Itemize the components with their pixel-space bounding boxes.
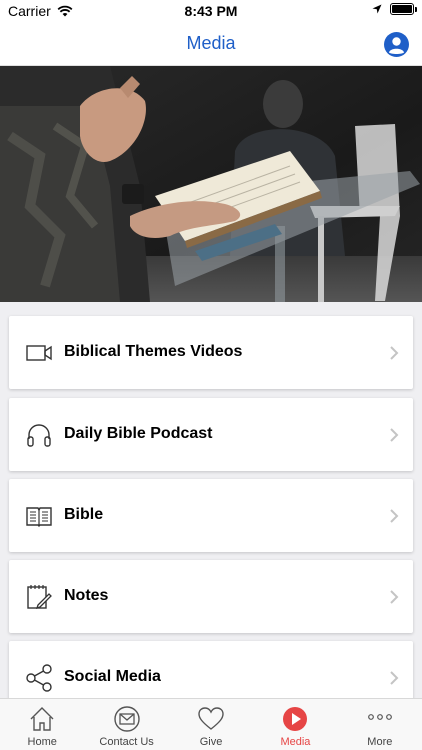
menu-item-label: Notes xyxy=(64,587,109,604)
video-camera-icon xyxy=(26,345,52,361)
navigation-bar: Media xyxy=(0,22,422,66)
chevron-right-icon xyxy=(390,428,399,442)
play-icon xyxy=(283,707,308,731)
tab-media[interactable]: Media xyxy=(253,699,337,750)
chevron-right-icon xyxy=(390,671,399,685)
tab-label: Home xyxy=(27,736,57,748)
status-time: 8:43 PM xyxy=(184,3,238,19)
tab-more[interactable]: More xyxy=(338,699,422,750)
notepad-pencil-icon xyxy=(27,585,52,610)
battery-icon xyxy=(390,3,417,15)
menu-item-label: Biblical Themes Videos xyxy=(64,343,243,360)
menu-item-notes[interactable]: Notes xyxy=(9,560,413,633)
tab-label: Contact Us xyxy=(99,736,154,748)
tab-home[interactable]: Home xyxy=(0,699,84,750)
chevron-right-icon xyxy=(390,590,399,604)
tab-label: Give xyxy=(199,736,223,748)
hero-image xyxy=(0,66,422,302)
heart-icon xyxy=(198,707,224,730)
tab-give[interactable]: Give xyxy=(169,699,253,750)
tab-bar: Home Contact Us Give Media More xyxy=(0,698,422,750)
menu-item-label: Social Media xyxy=(64,668,161,685)
profile-icon[interactable] xyxy=(384,32,409,57)
chevron-right-icon xyxy=(390,346,399,360)
chevron-right-icon xyxy=(390,509,399,523)
menu-item-bible[interactable]: Bible xyxy=(9,479,413,552)
menu-item-biblical-themes-videos[interactable]: Biblical Themes Videos xyxy=(9,316,413,389)
house-icon xyxy=(30,707,54,731)
headphones-icon xyxy=(27,424,51,447)
tab-contact-us[interactable]: Contact Us xyxy=(84,699,168,750)
share-icon xyxy=(26,664,52,692)
media-menu: Biblical Themes Videos Daily Bible Podca… xyxy=(0,302,422,698)
menu-item-label: Daily Bible Podcast xyxy=(64,425,213,442)
envelope-icon xyxy=(113,706,140,732)
menu-item-social-media[interactable]: Social Media xyxy=(9,641,413,698)
location-arrow-icon xyxy=(372,4,382,14)
open-book-icon xyxy=(26,507,52,527)
page-title: Media xyxy=(186,33,236,53)
tab-label: Media xyxy=(280,736,311,748)
status-bar: Carrier 8:43 PM xyxy=(0,0,422,22)
menu-item-daily-bible-podcast[interactable]: Daily Bible Podcast xyxy=(9,398,413,471)
menu-item-label: Bible xyxy=(64,506,104,523)
tab-label: More xyxy=(367,736,393,748)
ellipsis-icon xyxy=(367,714,392,720)
status-right xyxy=(372,3,417,15)
